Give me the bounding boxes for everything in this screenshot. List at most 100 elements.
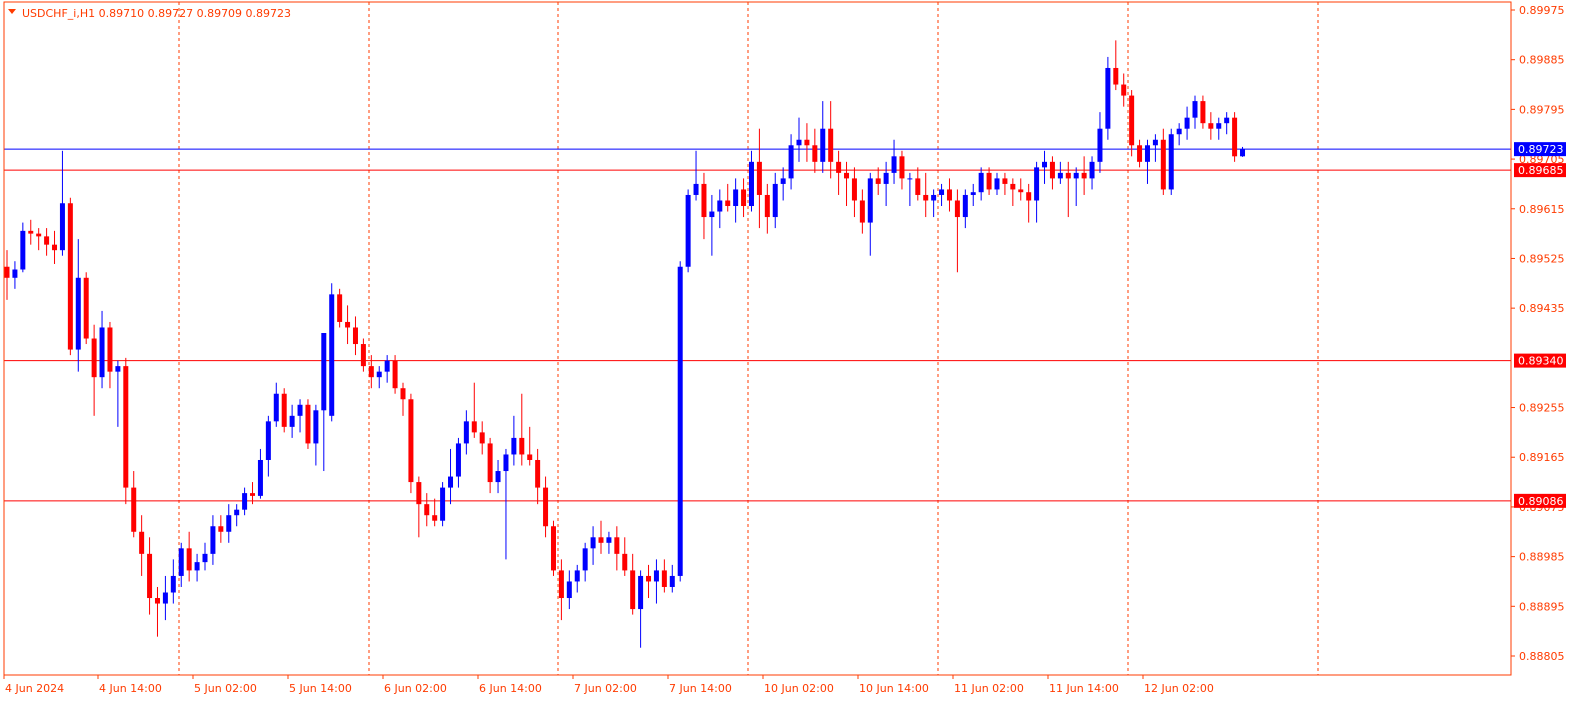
candle-body	[851, 178, 857, 201]
candle	[408, 393, 414, 494]
candle-body	[154, 598, 160, 604]
y-tick-label: 0.89795	[1519, 103, 1565, 116]
candle-body	[12, 269, 18, 278]
candle-body	[780, 178, 786, 184]
price-level-tag-label: 0.89685	[1518, 164, 1564, 177]
candle	[83, 272, 89, 345]
grid-lines	[178, 2, 1319, 675]
candle-body	[20, 230, 26, 270]
y-tick-label: 0.89255	[1519, 402, 1565, 415]
candle	[218, 515, 224, 543]
candle-body	[360, 344, 366, 367]
price-axis[interactable]: 0.899750.898850.897950.897050.896150.895…	[1511, 4, 1565, 663]
candle-body	[1081, 172, 1087, 179]
candle-body	[1042, 161, 1048, 168]
candle-body	[915, 178, 921, 195]
candle	[701, 172, 707, 240]
candle	[535, 448, 541, 505]
candle	[820, 101, 826, 173]
candle	[1121, 73, 1127, 107]
candle-body	[954, 200, 960, 218]
candle-body	[1160, 139, 1166, 190]
candle-body	[677, 266, 683, 576]
candle-body	[638, 575, 644, 610]
candle	[91, 324, 97, 416]
candle-body	[669, 575, 675, 587]
candle-body	[1208, 123, 1214, 129]
candle	[337, 288, 343, 328]
candle-body	[1200, 101, 1206, 124]
candle-body	[1192, 101, 1198, 118]
candle	[1089, 156, 1095, 190]
candle	[1152, 134, 1158, 162]
candle	[234, 504, 240, 527]
time-axis[interactable]: 4 Jun 2024 4 Jun 14:00 5 Jun 02:00 5 Jun 14…	[3, 675, 1214, 695]
candle-body	[685, 194, 691, 267]
candle-body	[250, 493, 256, 496]
candle	[1097, 112, 1103, 173]
candle	[812, 128, 818, 173]
candle-body	[75, 277, 81, 350]
candle	[725, 183, 731, 212]
candle-body	[828, 128, 834, 162]
candle	[202, 542, 208, 571]
candle-body	[305, 404, 311, 444]
collapse-icon[interactable]	[8, 9, 16, 14]
price-level-tag-label: 0.89340	[1518, 355, 1564, 368]
candle-body	[1057, 172, 1063, 179]
candle	[566, 570, 572, 610]
candle	[44, 228, 50, 256]
candle	[844, 161, 850, 207]
candle-body	[194, 562, 200, 571]
candle	[123, 357, 129, 505]
candle	[931, 189, 937, 218]
candle-body	[147, 553, 153, 599]
candle-body	[622, 553, 628, 571]
price-chart[interactable]: 0.899750.898850.897950.897050.896150.895…	[0, 0, 1586, 709]
candle-body	[289, 415, 295, 427]
candle	[1224, 112, 1230, 135]
candles	[4, 40, 1246, 648]
x-tick-label: 4 Jun 14:00	[99, 682, 162, 695]
candle	[242, 487, 248, 516]
candle-body	[558, 570, 564, 599]
candle-body	[907, 178, 913, 180]
candle-body	[527, 454, 533, 460]
candle-body	[479, 432, 485, 444]
candle	[20, 222, 26, 273]
candle-body	[582, 548, 588, 571]
candle-body	[820, 128, 826, 162]
candle-body	[1089, 161, 1095, 179]
price-level-tag-label: 0.89723	[1518, 143, 1564, 156]
candle-body	[883, 172, 889, 184]
candle	[471, 382, 477, 438]
y-tick-label: 0.89885	[1519, 54, 1565, 67]
candle-body	[52, 244, 58, 251]
candle	[741, 178, 747, 218]
candle-body	[519, 437, 525, 455]
candle-body	[345, 321, 351, 328]
candle-body	[1137, 145, 1143, 162]
candle	[210, 515, 216, 565]
candle	[139, 515, 145, 576]
candle	[1002, 172, 1008, 195]
candle	[1042, 150, 1048, 184]
candle-body	[392, 360, 398, 389]
candle-body	[590, 537, 596, 549]
candle-body	[1168, 134, 1174, 190]
candle-body	[115, 366, 121, 372]
candle	[1160, 128, 1166, 195]
candle-body	[36, 233, 42, 237]
candle	[67, 197, 73, 356]
candle	[709, 194, 715, 256]
candle	[107, 321, 113, 389]
candle-body	[1121, 84, 1127, 96]
candle	[1184, 106, 1190, 140]
candle	[154, 586, 160, 637]
price-level-tag-label: 0.89086	[1518, 495, 1564, 508]
candle-body	[210, 526, 216, 554]
candle	[4, 250, 10, 300]
candle-body	[1049, 161, 1055, 179]
candle-body	[170, 575, 176, 593]
candle-body	[1184, 117, 1190, 129]
